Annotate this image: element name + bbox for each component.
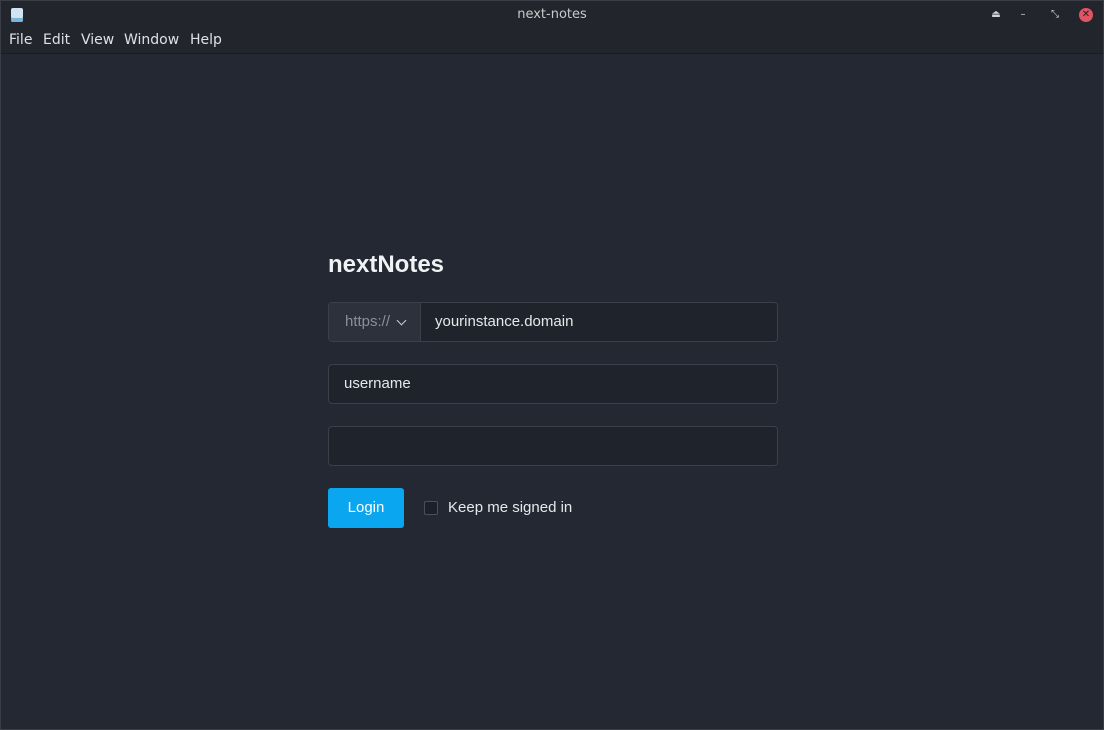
menu-file[interactable]: File [9,32,32,48]
username-placeholder: username [344,375,411,392]
menu-window[interactable]: Window [124,32,179,48]
shade-icon[interactable]: ⏏ [989,8,1003,22]
title-bar[interactable]: next-notes ⏏ – ⤡ ✕ [1,1,1103,29]
minimize-icon[interactable]: – [1016,8,1030,22]
menu-edit[interactable]: Edit [43,32,70,48]
keep-signed-in-label[interactable]: Keep me signed in [448,499,572,516]
menu-view[interactable]: View [81,32,114,48]
close-icon[interactable]: ✕ [1079,8,1093,22]
password-field[interactable] [328,426,778,466]
keep-signed-in-checkbox[interactable] [424,501,438,515]
window-title: next-notes [517,7,587,22]
menu-help[interactable]: Help [190,32,222,48]
username-field[interactable]: username [328,364,778,404]
app-title: nextNotes [328,251,445,278]
protocol-value: https:// [345,313,391,330]
domain-input[interactable]: yourinstance.domain [435,313,573,330]
server-url-row: https:// yourinstance.domain [328,302,778,342]
app-window: next-notes ⏏ – ⤡ ✕ File Edit View Window… [0,0,1104,730]
chevron-down-icon [396,315,407,326]
protocol-select[interactable]: https:// [329,303,421,341]
menu-bar: File Edit View Window Help [1,29,1103,54]
login-button[interactable]: Login [328,488,404,528]
restore-icon[interactable]: ⤡ [1048,8,1062,22]
